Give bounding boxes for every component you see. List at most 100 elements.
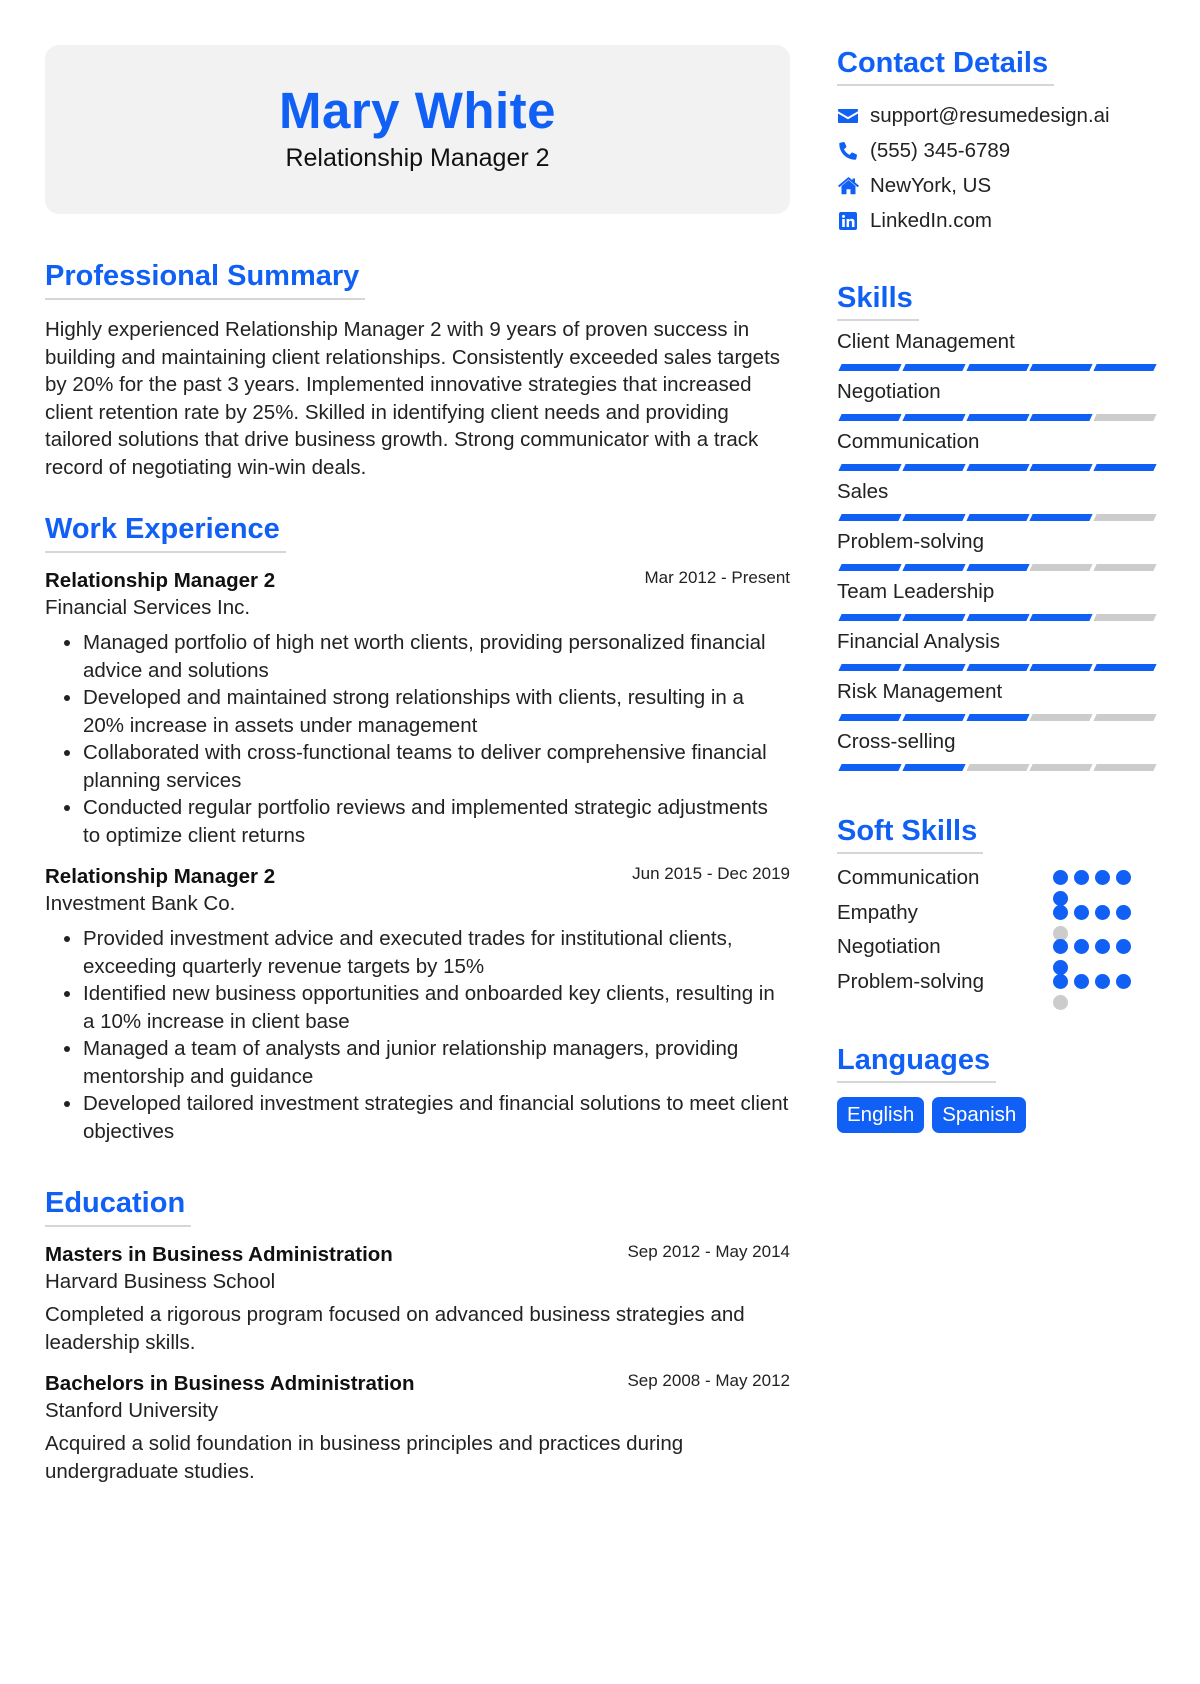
skills-list: Client Management Negotiation Communicatio…	[837, 328, 1157, 771]
rating-dot-filled	[1053, 904, 1068, 920]
skill-segment-filled	[902, 364, 966, 371]
contact-linkedin[interactable]: LinkedIn.com	[837, 203, 1155, 238]
skill-level-bar	[837, 664, 1157, 671]
skill-level-bar	[837, 514, 1157, 521]
job-bullet: Identified new business opportunities an…	[83, 980, 790, 1035]
skill-item: Sales	[837, 478, 1157, 521]
job-company: Investment Bank Co.	[45, 892, 236, 915]
rating-dot-filled	[1074, 904, 1089, 920]
skill-segment-filled	[838, 664, 902, 671]
skill-segment-filled	[838, 514, 902, 521]
job-role: Relationship Manager 2	[45, 569, 276, 592]
contact-phone[interactable]: (555) 345-6789	[837, 133, 1155, 168]
skill-segment-filled	[965, 664, 1030, 671]
job-bullet: Managed portfolio of high net worth clie…	[83, 629, 790, 684]
skill-segment-filled	[838, 764, 902, 771]
soft-skills-list: Communication Empathy Negotiation Problem-s…	[837, 864, 1155, 1010]
rating-dot-filled	[1074, 870, 1089, 885]
skill-level-bar	[837, 414, 1157, 421]
skill-segment-filled	[902, 764, 966, 771]
skill-level-bar	[837, 564, 1157, 571]
skill-segment-filled	[965, 514, 1030, 521]
work-entry: Relationship Manager 2 Jun 2015 - Dec 20…	[45, 863, 790, 1145]
skill-item: Cross-selling	[837, 728, 1157, 771]
rating-dot-filled	[1053, 870, 1068, 885]
languages-heading: Languages	[837, 1042, 997, 1083]
rating-dot-filled	[1116, 939, 1131, 954]
rating-dot-filled	[1053, 973, 1068, 989]
skill-segment-filled	[838, 414, 902, 421]
job-bullet: Conducted regular portfolio reviews and …	[83, 794, 790, 849]
job-role: Relationship Manager 2	[45, 865, 276, 888]
job-date: Jun 2015 - Dec 2019	[632, 864, 790, 883]
skill-segment-filled	[1029, 664, 1093, 671]
skill-segment-filled	[1029, 414, 1093, 421]
skill-name: Risk Management	[837, 680, 1003, 703]
contact-email[interactable]: support@resumedesign.ai	[837, 98, 1155, 133]
skill-segment-filled	[1029, 614, 1093, 621]
skill-level-bar	[837, 614, 1157, 621]
school-name: Harvard Business School	[45, 1270, 276, 1293]
job-bullet: Developed and maintained strong relation…	[83, 684, 790, 739]
summary-heading: Professional Summary	[45, 258, 366, 300]
contact-email-text: support@resumedesign.ai	[870, 103, 1110, 127]
skill-segment-empty	[1093, 564, 1157, 571]
skill-item: Risk Management	[837, 678, 1157, 721]
soft-skill-rating	[1053, 933, 1143, 975]
skill-item: Problem-solving	[837, 528, 1157, 571]
skill-name: Negotiation	[837, 380, 941, 403]
skill-segment-empty	[1093, 764, 1157, 771]
languages-section: Languages English Spanish	[837, 1042, 1155, 1133]
rating-dot-filled	[1074, 973, 1089, 989]
skill-name: Sales	[837, 480, 889, 503]
degree-name: Bachelors in Business Administration	[45, 1372, 415, 1395]
candidate-title: Relationship Manager 2	[285, 144, 550, 172]
envelope-icon	[837, 105, 859, 127]
skill-name: Client Management	[837, 330, 1015, 353]
skill-segment-filled	[838, 464, 902, 471]
skill-segment-empty	[1093, 714, 1157, 721]
soft-skill-name: Problem-solving	[837, 969, 984, 993]
job-bullet: Collaborated with cross-functional teams…	[83, 739, 790, 794]
skill-segment-empty	[1093, 514, 1157, 521]
contact-location-text: NewYork, US	[870, 173, 992, 197]
skill-level-bar	[837, 364, 1157, 371]
education-heading: Education	[45, 1185, 192, 1227]
skills-section: Skills Client Management Negotiation Commu…	[837, 280, 1157, 771]
contact-phone-text: (555) 345-6789	[870, 138, 1011, 162]
skill-item: Team Leadership	[837, 578, 1157, 621]
skill-segment-empty	[1029, 714, 1093, 721]
phone-icon	[837, 140, 859, 162]
degree-description: Acquired a solid foundation in business …	[45, 1432, 684, 1483]
work-section: Work Experience Relationship Manager 2 M…	[45, 511, 790, 1145]
skill-item: Client Management	[837, 328, 1157, 371]
work-heading: Work Experience	[45, 511, 286, 553]
rating-dot-filled	[1074, 939, 1089, 954]
soft-skill-item: Problem-solving	[837, 968, 1155, 1010]
work-entry: Relationship Manager 2 Mar 2012 - Presen…	[45, 567, 790, 849]
contact-linkedin-text: LinkedIn.com	[870, 208, 992, 232]
degree-description: Completed a rigorous program focused on …	[45, 1303, 745, 1354]
skill-name: Team Leadership	[837, 580, 995, 603]
summary-section: Professional Summary Highly experienced …	[45, 258, 790, 481]
degree-date: Sep 2012 - May 2014	[627, 1242, 790, 1261]
skill-segment-filled	[902, 414, 966, 421]
rating-dot-filled	[1095, 973, 1110, 989]
skill-name: Problem-solving	[837, 530, 984, 553]
skill-segment-filled	[902, 564, 966, 571]
job-bullets: Managed portfolio of high net worth clie…	[45, 629, 790, 849]
rating-dot-filled	[1095, 939, 1110, 954]
linkedin-icon	[837, 210, 859, 232]
skill-segment-empty	[965, 764, 1030, 771]
language-badge: English	[837, 1097, 925, 1133]
skill-segment-filled	[965, 714, 1030, 721]
soft-skill-rating	[1053, 899, 1143, 941]
soft-skills-section: Soft Skills Communication Empathy Negotiat…	[837, 813, 1155, 1010]
soft-skill-item: Negotiation	[837, 933, 1155, 975]
skill-segment-empty	[1029, 564, 1093, 571]
skill-segment-filled	[838, 364, 902, 371]
skill-segment-filled	[838, 714, 902, 721]
skills-heading: Skills	[837, 280, 919, 321]
skill-segment-filled	[965, 464, 1030, 471]
education-entry: Masters in Business Administration Sep 2…	[45, 1241, 790, 1356]
